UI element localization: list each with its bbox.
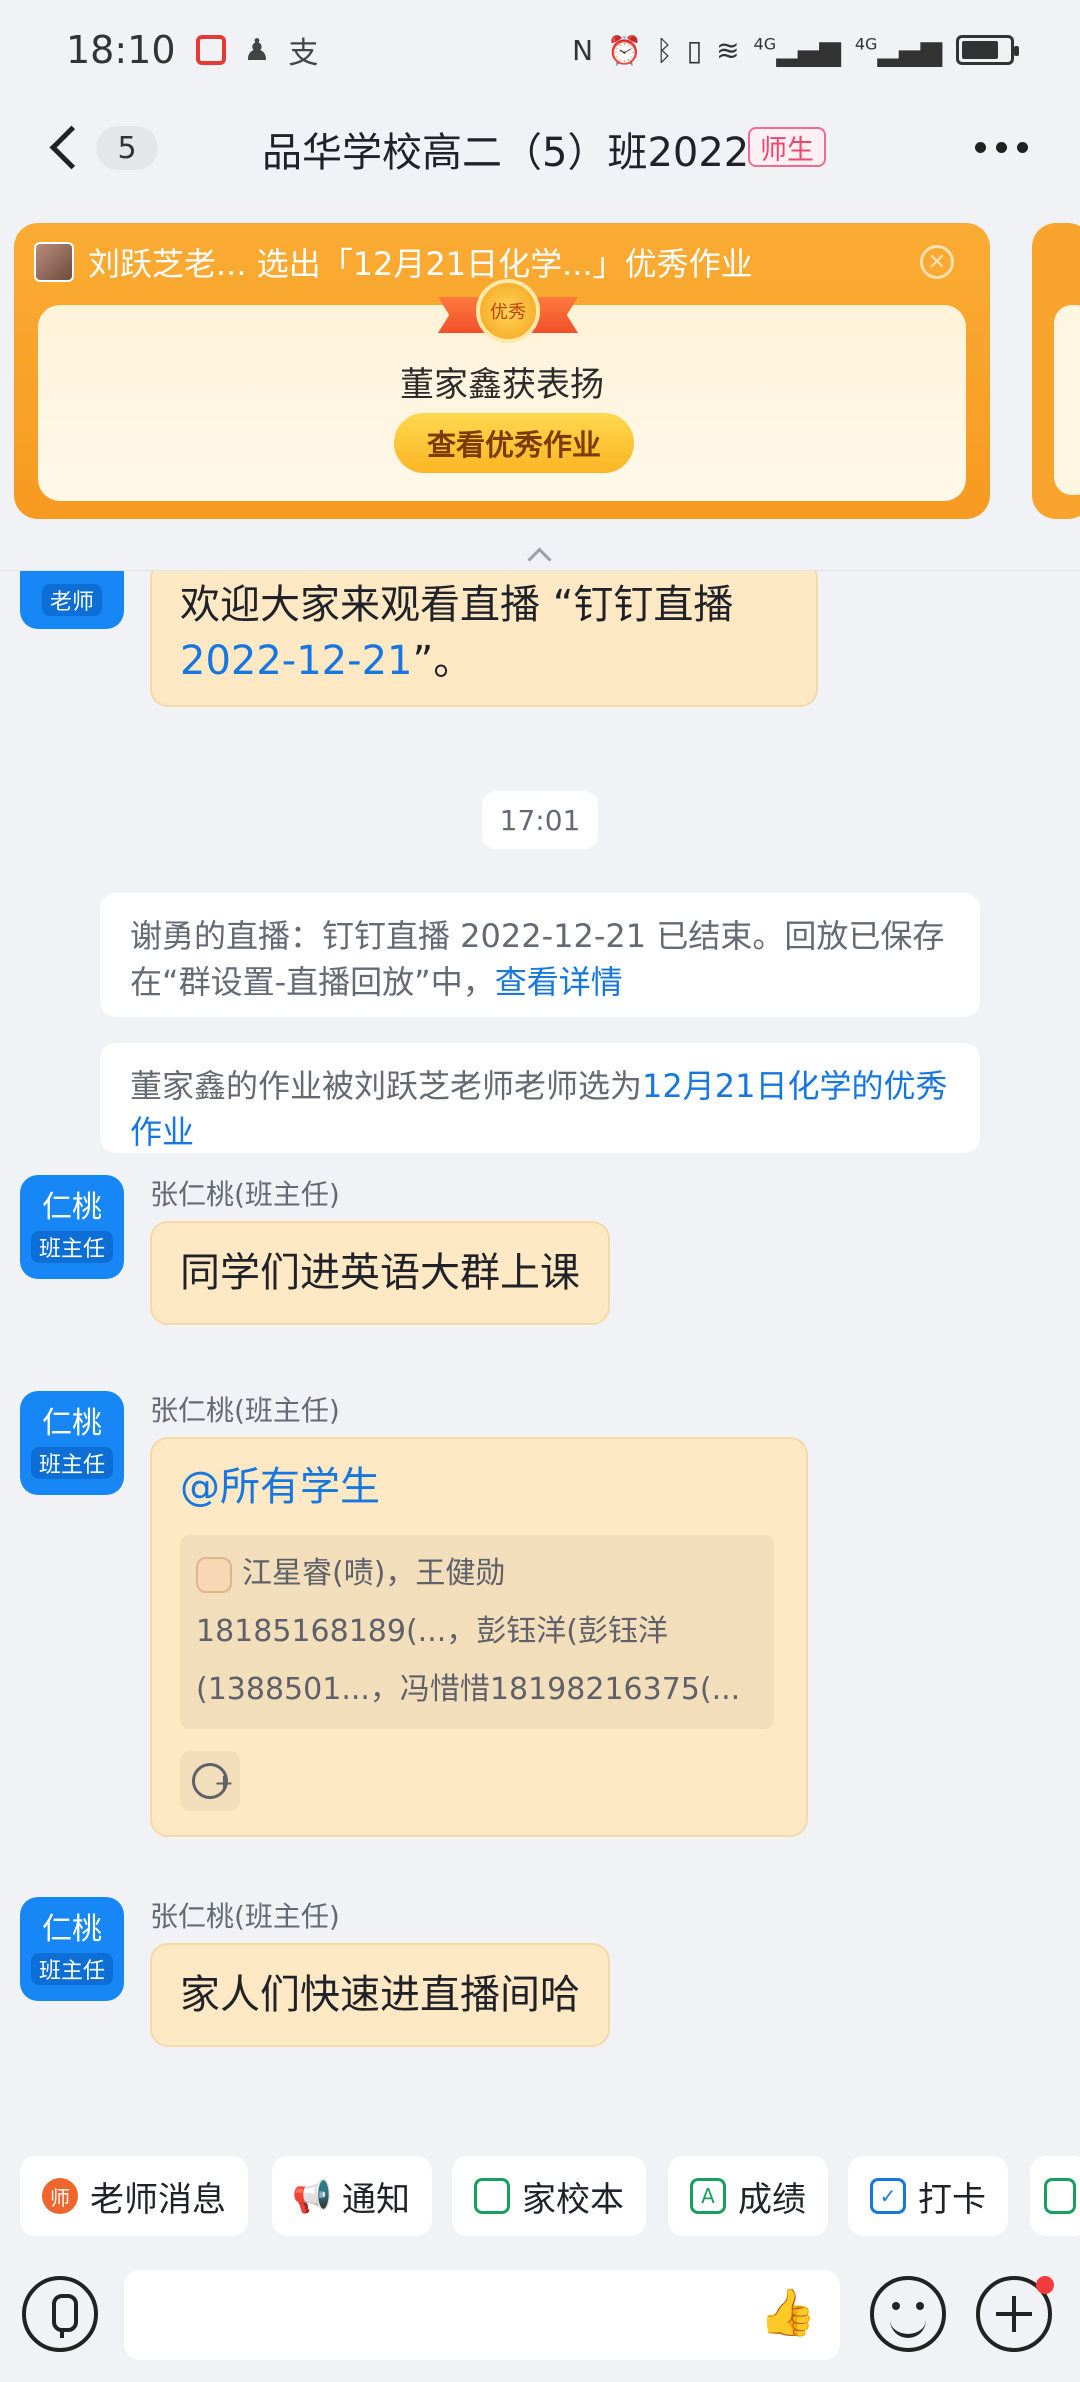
back-icon[interactable] [40, 120, 86, 176]
quick-action-label: 通知 [342, 2179, 410, 2220]
view-details-link[interactable]: 查看详情 [495, 963, 623, 1001]
quick-action-label: 老师消息 [90, 2179, 226, 2220]
battery-icon [956, 35, 1019, 65]
message-input[interactable] [124, 2270, 840, 2360]
view-excellent-homework-button[interactable]: 查看优秀作业 [394, 413, 634, 473]
signal-2-icon: 4G▂▄▆ [854, 33, 942, 67]
banner-header: 刘跃芝老... 选出「12月21日化学...」优秀作业 [34, 237, 753, 287]
message-text: 同学们进英语大群上课 [180, 1250, 580, 1296]
sender-avatar[interactable]: 仁桃 班主任 [20, 1897, 124, 2001]
banner-headline: 刘跃芝老... 选出「12月21日化学...」优秀作业 [88, 245, 753, 283]
system-message-homework: 董家鑫的作业被刘跃芝老师老师选为12月21日化学的优秀作业 [100, 1043, 980, 1153]
quick-action-grades[interactable]: A 成绩 [668, 2156, 828, 2236]
collapse-icon[interactable] [524, 546, 554, 560]
close-icon[interactable]: ✕ [920, 245, 954, 279]
system-message-live-ended: 谢勇的直播：钉钉直播 2022-12-21 已结束。回放已保存在“群设置-直播回… [100, 893, 980, 1017]
quick-action-notice[interactable]: 📢 通知 [272, 2156, 432, 2236]
calendar-check-icon: ✓ [870, 2178, 906, 2214]
group-type-tag: 师生 [748, 127, 826, 167]
notification-icons: ♟ 支 [195, 28, 319, 72]
live-invite-tail: ”。 [412, 638, 474, 684]
quick-action-home-school-book[interactable]: 家校本 [452, 2156, 646, 2236]
microphone-icon[interactable] [22, 2276, 98, 2352]
status-bar: 18:10 ♟ 支 N ⏰ ᛒ ▯ ≋ 4G▂▄▆ 4G▂▄▆ [0, 0, 1080, 100]
vibrate-icon: ▯ [686, 33, 703, 67]
signal-1-icon: 4G▂▄▆ [753, 33, 841, 67]
input-bar: 👍 [0, 2262, 1080, 2382]
notebook-icon [474, 2178, 510, 2214]
next-banner-peek[interactable] [1032, 223, 1080, 519]
emoji-icon[interactable] [870, 2276, 946, 2352]
time-divider: 17:01 [482, 791, 598, 849]
teacher-message-icon: 师 [42, 2178, 78, 2214]
sender-avatar[interactable]: 仁桃 班主任 [20, 1391, 124, 1495]
add-reaction-icon[interactable] [180, 1751, 240, 1811]
grade-icon: A [690, 2178, 726, 2214]
message-bubble[interactable]: 同学们进英语大群上课 [150, 1221, 610, 1325]
quick-action-label: 成绩 [738, 2179, 806, 2220]
qq-icon: ♟ [243, 32, 271, 68]
receipt-line: 18185168189(...，彭钰洋(彭钰洋 [196, 1614, 668, 1649]
app-notification-icon [195, 35, 226, 65]
document-icon [1044, 2178, 1076, 2214]
read-receipt-list[interactable]: 江星睿(啧)，王健勋 18185168189(...，彭钰洋(彭钰洋 (1388… [180, 1535, 774, 1729]
quick-action-label: 家校本 [522, 2179, 624, 2220]
quick-actions-bar: 师 老师消息 📢 通知 家校本 A 成绩 ✓ 打卡 [0, 2150, 1080, 2240]
ok-hand-icon [196, 1556, 232, 1593]
mention-all-students[interactable]: @所有学生 [180, 1464, 380, 1510]
message-bubble[interactable]: 家人们快速进直播间哈 [150, 1943, 610, 2047]
message-list[interactable]: 老师 欢迎大家来观看直播 “钉钉直播 2022-12-21”。 17:01 谢勇… [0, 571, 1080, 2151]
bluetooth-icon: ᛒ [655, 33, 673, 67]
sender-name: 张仁桃(班主任) [150, 1178, 340, 1211]
excellent-badge: 优秀 [476, 279, 540, 343]
excellent-homework-banner[interactable]: 刘跃芝老... 选出「12月21日化学...」优秀作业 ✕ 优秀 董家鑫获表扬 … [14, 223, 990, 519]
unread-count-badge[interactable]: 5 [96, 126, 158, 170]
megaphone-icon: 📢 [292, 2177, 332, 2215]
message-text: 家人们快速进直播间哈 [180, 1972, 580, 2018]
new-feature-dot [1036, 2276, 1054, 2294]
quick-action-checkin[interactable]: ✓ 打卡 [848, 2156, 1008, 2236]
chat-title[interactable]: 品华学校高二（5）班2022 [262, 120, 749, 178]
chat-header: 5 品华学校高二（5）班2022 师生 [0, 100, 1080, 195]
praise-text: 董家鑫获表扬 [400, 365, 604, 405]
sender-name: 张仁桃(班主任) [150, 1900, 340, 1933]
live-invite-bubble[interactable]: 欢迎大家来观看直播 “钉钉直播 2022-12-21”。 [150, 571, 818, 707]
live-invite-text: 欢迎大家来观看直播 “钉钉直播 [180, 582, 734, 628]
receipt-line: 江星睿(啧)，王健勋 [242, 1556, 506, 1591]
banner-card: 优秀 董家鑫获表扬 查看优秀作业 [38, 279, 966, 501]
mention-message-bubble[interactable]: @所有学生 江星睿(啧)，王健勋 18185168189(...，彭钰洋(彭钰洋… [150, 1437, 808, 1837]
alarm-icon: ⏰ [607, 33, 642, 67]
sender-avatar[interactable]: 仁桃 班主任 [20, 1175, 124, 1279]
quick-action-label: 打卡 [918, 2179, 986, 2220]
sender-name: 张仁桃(班主任) [150, 1394, 340, 1427]
wifi-icon: ≋ [716, 33, 740, 67]
teacher-avatar [34, 242, 74, 282]
status-time: 18:10 [66, 28, 176, 72]
teacher-avatar[interactable]: 老师 [20, 571, 124, 629]
quick-action-teacher-message[interactable]: 师 老师消息 [20, 2156, 248, 2236]
quick-action-more-peek[interactable] [1030, 2156, 1080, 2236]
alipay-icon: 支 [288, 36, 319, 71]
nfc-icon: N [572, 33, 594, 67]
system-message-text: 董家鑫的作业被刘跃芝老师老师选为 [130, 1067, 643, 1105]
receipt-line: (1388501...，冯惜惜18198216375(... [196, 1672, 741, 1707]
system-icons: N ⏰ ᛒ ▯ ≋ 4G▂▄▆ 4G▂▄▆ [572, 33, 1019, 67]
live-link[interactable]: 2022-12-21 [180, 638, 412, 684]
thumbs-up-icon[interactable]: 👍 [759, 2284, 816, 2340]
more-icon[interactable] [975, 142, 1028, 153]
